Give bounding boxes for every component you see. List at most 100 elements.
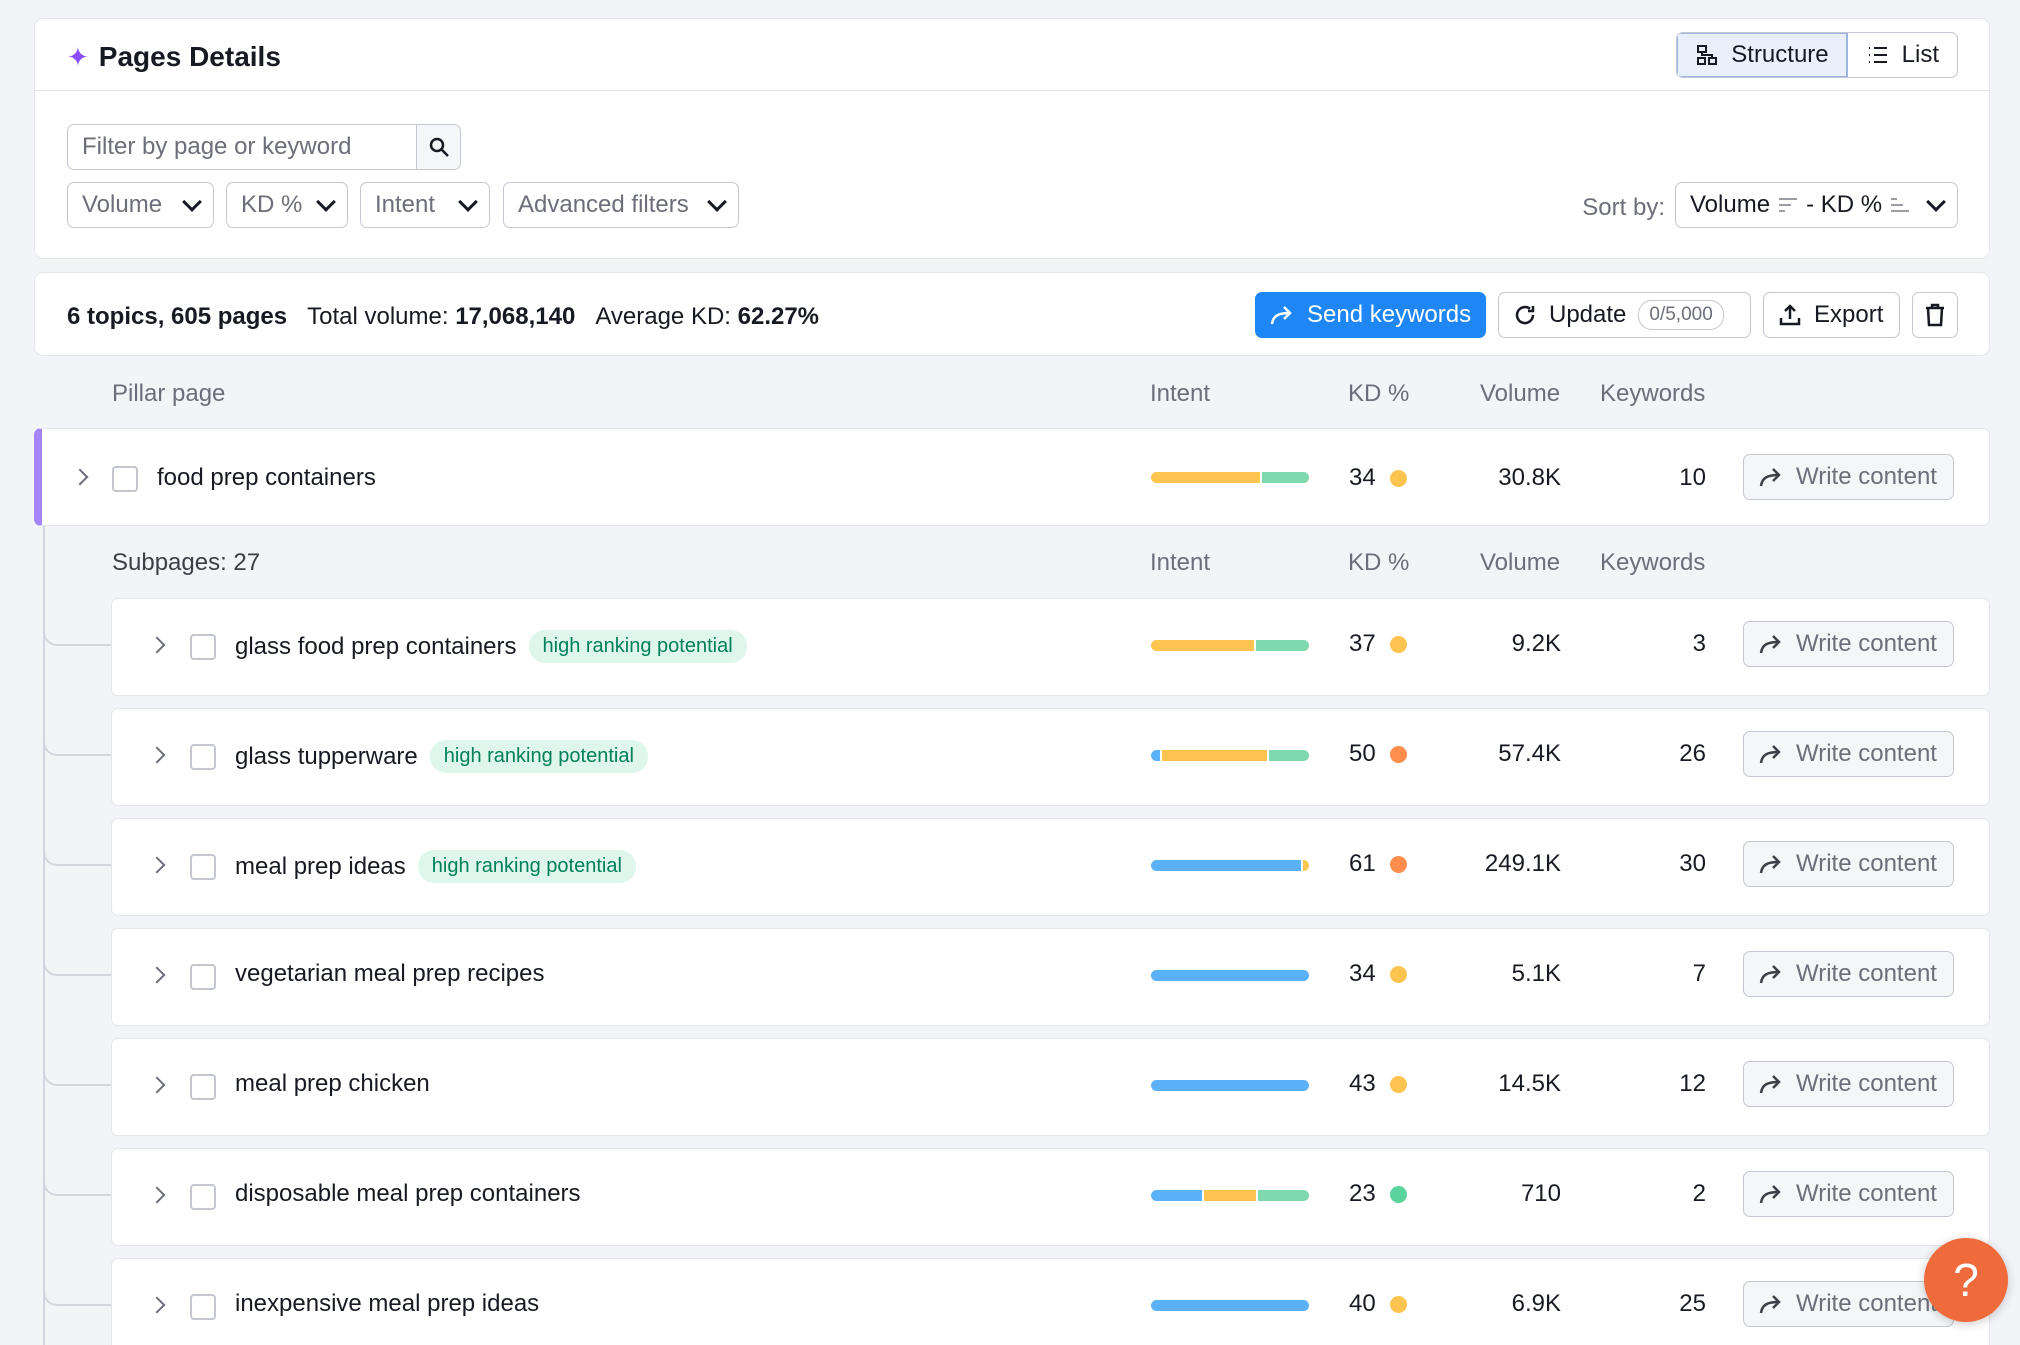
structure-view-button[interactable]: Structure [1677, 33, 1848, 77]
subpage-name: glass food prep containers high ranking … [235, 630, 747, 663]
intent-segment [1151, 640, 1254, 651]
keywords-value: 26 [1679, 740, 1706, 767]
delete-button[interactable] [1912, 292, 1958, 338]
sort-desc-icon [1779, 198, 1798, 212]
summary-bar: 6 topics, 605 pages Total volume: 17,068… [34, 272, 1990, 356]
write-content-button[interactable]: Write content [1743, 841, 1954, 887]
kd-dot [1389, 965, 1407, 983]
volume-header: Volume [1480, 549, 1561, 576]
intent-filter-dropdown[interactable]: Intent [360, 182, 490, 228]
search-icon [429, 137, 449, 157]
share-arrow-icon [1759, 965, 1781, 984]
kd-header: KD % [1348, 380, 1410, 407]
kd-dot [1389, 1295, 1407, 1313]
sort-dropdown[interactable]: Volume - KD % [1675, 182, 1958, 228]
write-content-button[interactable]: Write content [1743, 621, 1954, 667]
tree-branch [43, 1266, 111, 1306]
intent-bar [1151, 1080, 1309, 1091]
intent-segment [1162, 750, 1267, 761]
structure-icon [1697, 45, 1718, 65]
write-content-button[interactable]: Write content [1743, 1281, 1954, 1327]
page-title: ✦ Pages Details [67, 41, 281, 72]
share-arrow-icon [1759, 1185, 1781, 1204]
volume-value: 5.1K [1511, 960, 1561, 987]
average-kd: Average KD: 62.27% [595, 303, 820, 330]
help-button[interactable]: ? [1924, 1238, 2008, 1322]
intent-segment [1151, 1190, 1202, 1201]
keywords-value: 30 [1679, 850, 1706, 877]
keywords-header: Keywords [1600, 549, 1706, 576]
search-input[interactable] [68, 125, 416, 169]
volume-value: 14.5K [1498, 1070, 1561, 1097]
volume-filter-dropdown[interactable]: Volume [67, 182, 214, 228]
row-checkbox[interactable] [190, 744, 216, 770]
row-checkbox[interactable] [190, 854, 216, 880]
intent-segment [1151, 970, 1309, 981]
tree-branch [43, 606, 111, 646]
tree-branch [43, 1046, 111, 1086]
row-checkbox[interactable] [190, 1184, 216, 1210]
chevron-down-icon [1926, 191, 1946, 212]
pillar-page-header: Pillar page [112, 380, 226, 407]
kd-value: 37 [1349, 630, 1407, 658]
intent-segment [1258, 1190, 1309, 1201]
search-button[interactable] [416, 125, 460, 169]
row-checkbox[interactable] [190, 634, 216, 660]
keywords-value: 7 [1692, 960, 1706, 987]
share-arrow-icon [1759, 855, 1781, 874]
search-field [67, 124, 461, 170]
kd-value: 61 [1349, 850, 1407, 878]
write-content-button[interactable]: Write content [1743, 1061, 1954, 1107]
send-keywords-button[interactable]: Send keywords [1255, 292, 1486, 338]
intent-segment [1151, 472, 1261, 483]
sparkle-icon: ✦ [67, 41, 89, 72]
intent-bar [1151, 640, 1309, 651]
keywords-value: 25 [1679, 1290, 1706, 1317]
trash-icon [1926, 303, 1944, 327]
keywords-value: 2 [1692, 1180, 1706, 1207]
pillar-name: food prep containers [157, 464, 376, 491]
intent-header: Intent [1150, 549, 1211, 576]
kd-value: 43 [1349, 1070, 1407, 1098]
row-checkbox[interactable] [190, 1294, 216, 1320]
kd-dot [1389, 855, 1407, 873]
list-view-button[interactable]: List [1848, 33, 1957, 77]
intent-bar [1151, 1300, 1309, 1311]
kd-dot [1389, 1075, 1407, 1093]
high-ranking-badge: high ranking potential [417, 850, 636, 883]
kd-value: 40 [1349, 1290, 1407, 1318]
write-content-button[interactable]: Write content [1743, 951, 1954, 997]
update-button[interactable]: Update 0/5,000 [1498, 292, 1751, 338]
view-toggle: Structure List [1676, 32, 1958, 78]
sort-asc-icon [1891, 198, 1910, 212]
intent-segment [1151, 750, 1161, 761]
kd-value: 50 [1349, 740, 1407, 768]
write-content-button[interactable]: Write content [1743, 454, 1954, 500]
volume-value: 249.1K [1484, 850, 1561, 877]
export-button[interactable]: Export [1763, 292, 1900, 338]
kd-filter-dropdown[interactable]: KD % [226, 182, 348, 228]
write-content-button[interactable]: Write content [1743, 1171, 1954, 1217]
subpage-name: inexpensive meal prep ideas [235, 1290, 540, 1317]
chevron-down-icon [316, 191, 336, 212]
keywords-value: 3 [1692, 630, 1706, 657]
row-checkbox[interactable] [190, 1074, 216, 1100]
kd-dot [1389, 469, 1407, 487]
write-content-button[interactable]: Write content [1743, 731, 1954, 777]
share-arrow-icon [1759, 1075, 1781, 1094]
share-arrow-icon [1759, 635, 1781, 654]
update-counter: 0/5,000 [1638, 300, 1724, 330]
intent-segment [1151, 1300, 1309, 1311]
subpage-name: vegetarian meal prep recipes [235, 960, 545, 987]
intent-segment [1203, 1190, 1257, 1201]
pages-details-panel: ✦ Pages Details Structure List Volume KD… [34, 18, 1990, 259]
advanced-filters-dropdown[interactable]: Advanced filters [503, 182, 739, 228]
kd-value: 34 [1349, 464, 1407, 492]
row-checkbox[interactable] [112, 466, 138, 492]
intent-segment [1151, 860, 1301, 871]
intent-bar [1151, 1190, 1309, 1201]
volume-header: Volume [1480, 380, 1561, 407]
row-checkbox[interactable] [190, 964, 216, 990]
tree-branch [43, 826, 111, 866]
sort-label: Sort by: [1582, 194, 1665, 221]
